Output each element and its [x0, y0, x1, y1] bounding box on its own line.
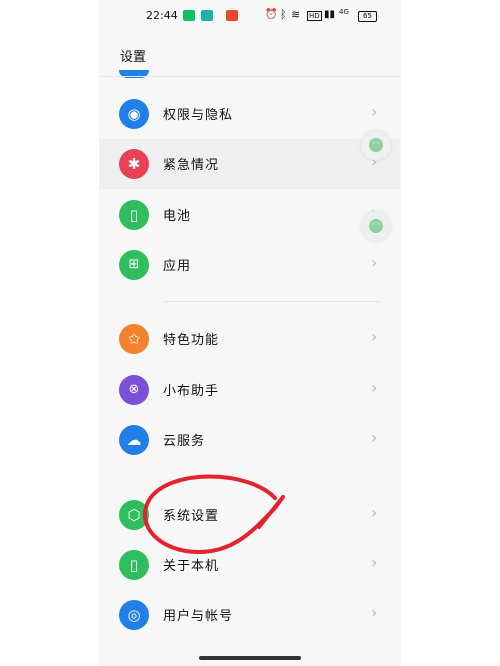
home-indicator[interactable] — [199, 656, 301, 660]
red-annotation-circle — [143, 474, 285, 555]
phone-screen: 22:44 ⏰ ᛒ ≋ HD ▮▮ 4G 65 设置 ◉ 权限与隐私 › ✱ 紧… — [99, 0, 401, 666]
